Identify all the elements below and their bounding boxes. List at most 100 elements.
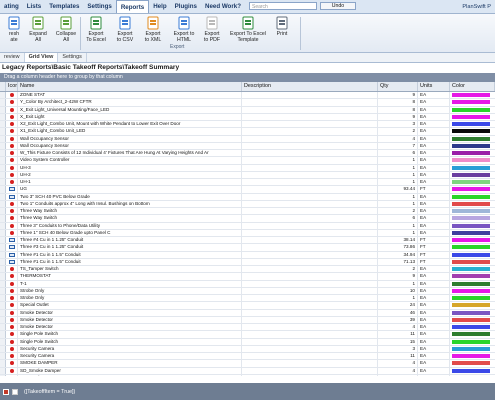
table-row[interactable]: UH-2 1 EA bbox=[0, 171, 495, 179]
table-row[interactable]: Two 1" Conduits approx 4" Long with Insu… bbox=[0, 200, 495, 208]
color-swatch[interactable] bbox=[452, 339, 490, 344]
column-header-description[interactable]: Description bbox=[242, 82, 378, 91]
table-row[interactable]: Wall Occupancy Sensor 4 EA bbox=[0, 135, 495, 143]
table-row[interactable]: T-1 1 EA bbox=[0, 280, 495, 288]
excel-template-button[interactable]: Export To Excel Template bbox=[228, 16, 268, 43]
table-row[interactable]: Three Way Switch 2 EA bbox=[0, 208, 495, 216]
color-swatch[interactable] bbox=[452, 122, 490, 127]
table-row[interactable]: Three 1" SCH 40 Below Grade upto Panel C… bbox=[0, 229, 495, 237]
menu-item-ating[interactable]: ating bbox=[0, 0, 23, 13]
color-swatch[interactable] bbox=[452, 216, 490, 221]
color-swatch[interactable] bbox=[452, 201, 490, 206]
color-swatch[interactable] bbox=[452, 259, 490, 264]
color-swatch[interactable] bbox=[452, 346, 490, 351]
table-row[interactable]: Two 3" SCH 40 PVC Below Grade 1 EA bbox=[0, 193, 495, 201]
color-swatch[interactable] bbox=[452, 303, 490, 308]
color-swatch[interactable] bbox=[452, 136, 490, 141]
color-swatch[interactable] bbox=[452, 151, 490, 156]
table-row[interactable]: Special Outlet 24 EA bbox=[0, 302, 495, 310]
table-row[interactable]: SD_Smoke Damper 4 EA bbox=[0, 367, 495, 375]
tab-settings[interactable]: Settings bbox=[58, 53, 87, 62]
excel-export-button[interactable]: Export To Excel bbox=[82, 16, 110, 43]
color-swatch[interactable] bbox=[452, 354, 490, 359]
color-swatch[interactable] bbox=[452, 187, 490, 192]
color-swatch[interactable] bbox=[452, 325, 490, 330]
tab-grid-view[interactable]: Grid View bbox=[24, 53, 59, 62]
color-swatch[interactable] bbox=[452, 361, 490, 366]
color-swatch[interactable] bbox=[452, 223, 490, 228]
undo-button[interactable]: Undo bbox=[319, 2, 356, 10]
color-swatch[interactable] bbox=[452, 114, 490, 119]
color-swatch[interactable] bbox=[452, 310, 490, 315]
color-swatch[interactable] bbox=[452, 143, 490, 148]
table-row[interactable]: Three #1 Cu in 1 1.5" Conduit 34.94 FT bbox=[0, 251, 495, 259]
column-header-name[interactable]: Name bbox=[18, 82, 242, 91]
table-row[interactable]: X2_Exit Light_Combo Unit, Mount with Whi… bbox=[0, 121, 495, 129]
color-swatch[interactable] bbox=[452, 129, 490, 134]
filter-enabled-checkbox[interactable] bbox=[12, 388, 18, 395]
collapse-all-button[interactable]: Collapse All bbox=[52, 16, 80, 43]
table-row[interactable]: SMOKE DAMPER 4 EA bbox=[0, 360, 495, 368]
expand-all-button[interactable]: Expand All bbox=[24, 16, 52, 43]
table-row[interactable]: Three #3 Cu in 1 1.25" Conduit 73.86 FT bbox=[0, 244, 495, 252]
table-row[interactable]: Smoke Detector 4 EA bbox=[0, 324, 495, 332]
color-swatch[interactable] bbox=[452, 267, 490, 272]
column-header-icon[interactable]: Icon bbox=[6, 82, 18, 91]
color-swatch[interactable] bbox=[452, 209, 490, 214]
table-row[interactable]: Wall Occupancy Sensor 7 EA bbox=[0, 142, 495, 150]
table-row[interactable]: SD_Smoke Damper 8EA bbox=[0, 374, 495, 376]
color-swatch[interactable] bbox=[452, 180, 490, 185]
table-row[interactable]: Security Camera 3 EA bbox=[0, 345, 495, 353]
csv-export-button[interactable]: Export to CSV bbox=[111, 16, 139, 43]
table-row[interactable]: X1_Exit Light_Combo Unit_LED 2 EA bbox=[0, 128, 495, 136]
color-swatch[interactable] bbox=[452, 288, 490, 293]
printer-button[interactable]: Print bbox=[268, 16, 296, 37]
menu-item-templates[interactable]: Templates bbox=[45, 0, 83, 13]
table-row[interactable]: Single Pole Switch 15 EA bbox=[0, 338, 495, 346]
table-row[interactable]: Smoke Detector 46 EA bbox=[0, 309, 495, 317]
table-row[interactable]: TS_Tamper Switch 2 EA bbox=[0, 266, 495, 274]
group-by-drop-area[interactable]: Drag a column header here to group by th… bbox=[0, 73, 495, 82]
menu-item-settings[interactable]: Settings bbox=[83, 0, 115, 13]
table-row[interactable]: Smoke Detector 39 EA bbox=[0, 316, 495, 324]
table-row[interactable]: Three 3" Conduits to Phone/Data Utility 1… bbox=[0, 222, 495, 230]
table-row[interactable]: THERMOSTAT 9 EA bbox=[0, 273, 495, 281]
color-swatch[interactable] bbox=[452, 238, 490, 243]
column-header-qty[interactable]: Qty bbox=[378, 82, 418, 91]
table-row[interactable]: Security Camera 11 EA bbox=[0, 353, 495, 361]
menu-item-lists[interactable]: Lists bbox=[23, 0, 45, 13]
color-swatch[interactable] bbox=[452, 172, 490, 177]
color-swatch[interactable] bbox=[452, 332, 490, 337]
table-row[interactable]: Three #1 Cu in 1 1.5" Conduit 71.13 FT bbox=[0, 258, 495, 266]
tab-review[interactable]: review bbox=[0, 53, 25, 62]
clear-filter-icon[interactable] bbox=[3, 388, 9, 395]
table-row[interactable]: Strobe Only 10 EA bbox=[0, 287, 495, 295]
menu-item-need-work[interactable]: Need Work? bbox=[201, 0, 245, 13]
table-row[interactable]: UH-3 1 EA bbox=[0, 164, 495, 172]
color-swatch[interactable] bbox=[452, 274, 490, 279]
color-swatch[interactable] bbox=[452, 93, 490, 98]
table-row[interactable]: X_Exit Light 9 EA bbox=[0, 113, 495, 121]
color-swatch[interactable] bbox=[452, 296, 490, 301]
color-swatch[interactable] bbox=[452, 281, 490, 286]
html-export-button[interactable]: Export to HTML bbox=[170, 16, 198, 43]
table-row[interactable]: ZONE STAT 9 EA bbox=[0, 92, 495, 100]
color-swatch[interactable] bbox=[452, 100, 490, 105]
table-row[interactable]: Strobe Only 1 EA bbox=[0, 295, 495, 303]
column-header-color[interactable]: Color bbox=[450, 82, 495, 91]
color-swatch[interactable] bbox=[452, 230, 490, 235]
column-header-units[interactable]: Units bbox=[418, 82, 450, 91]
color-swatch[interactable] bbox=[452, 245, 490, 250]
pdf-export-button[interactable]: Export to PDF bbox=[198, 16, 226, 43]
table-row[interactable]: Three Way Switch 6 EA bbox=[0, 215, 495, 223]
color-swatch[interactable] bbox=[452, 252, 490, 257]
filter-expression[interactable]: ([TakeoffItem = True]) bbox=[24, 389, 75, 395]
table-row[interactable]: UG 93.44 FT bbox=[0, 186, 495, 194]
menu-item-plugins[interactable]: Plugins bbox=[171, 0, 201, 13]
color-swatch[interactable] bbox=[452, 165, 490, 170]
color-swatch[interactable] bbox=[452, 158, 490, 163]
table-row[interactable]: Single Pole Switch 11 EA bbox=[0, 331, 495, 339]
table-row[interactable]: Three #4 Cu in 1 1.25" Conduit 38.14 FT bbox=[0, 237, 495, 245]
color-swatch[interactable] bbox=[452, 194, 490, 199]
search-input[interactable]: Search bbox=[248, 2, 317, 10]
